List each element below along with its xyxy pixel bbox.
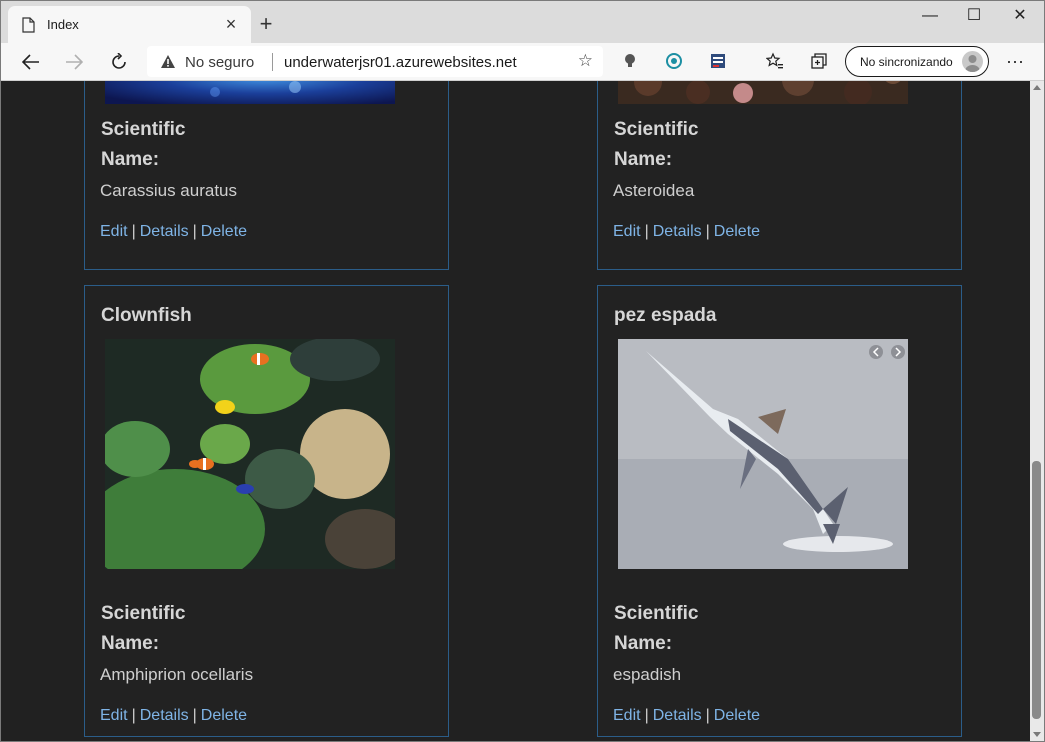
tab-title: Index: [47, 17, 79, 32]
species-title: pez espada: [614, 305, 717, 326]
back-button[interactable]: [16, 48, 46, 76]
record-extension-icon[interactable]: [665, 52, 683, 70]
tab-bar: Index × + — ☐ ✕: [1, 1, 1044, 43]
scroll-down-icon[interactable]: [1033, 732, 1041, 737]
separator: |: [192, 707, 197, 724]
delete-link[interactable]: Delete: [714, 707, 760, 724]
scientific-name-value: espadish: [613, 665, 682, 684]
security-label[interactable]: No seguro: [185, 54, 254, 71]
address-separator: [272, 53, 273, 71]
user-icon: [965, 55, 980, 72]
scientific-name-value: Amphiprion ocellaris: [100, 665, 254, 684]
species-photo: [105, 339, 395, 569]
bulb-extension-icon[interactable]: [621, 52, 639, 70]
scientific-name-label: Scientific Name:: [614, 599, 734, 659]
forward-button[interactable]: [59, 48, 89, 76]
scroll-up-icon[interactable]: [1033, 85, 1041, 90]
species-card: Scientific Name: Carassius auratus Edit |…: [84, 81, 449, 270]
label-line-2: Name:: [101, 633, 160, 654]
separator: |: [644, 707, 649, 724]
edit-link[interactable]: Edit: [613, 707, 641, 724]
refresh-button[interactable]: [104, 48, 134, 76]
delete-link[interactable]: Delete: [714, 223, 760, 240]
maximize-button[interactable]: ☐: [951, 5, 997, 29]
avatar: [962, 51, 983, 72]
arrow-right-icon: [66, 54, 83, 70]
scientific-name-value: Carassius auratus: [100, 181, 238, 200]
url-text[interactable]: underwaterjsr01.azurewebsites.net: [284, 54, 517, 71]
species-photo: [105, 81, 395, 104]
warning-icon: [161, 55, 175, 68]
delete-link[interactable]: Delete: [201, 707, 247, 724]
card-actions: Edit | Details | Delete: [100, 223, 247, 241]
edit-link[interactable]: Edit: [613, 223, 641, 240]
arrow-left-icon: [22, 54, 39, 70]
separator: |: [644, 223, 649, 240]
label-line-1: Scientific: [101, 603, 186, 624]
vertical-scrollbar[interactable]: [1030, 81, 1044, 741]
separator: |: [705, 223, 710, 240]
scrollbar-thumb[interactable]: [1032, 461, 1041, 719]
species-title: Clownfish: [101, 305, 192, 326]
label-line-2: Name:: [614, 149, 673, 170]
label-line-1: Scientific: [101, 119, 186, 140]
favorite-star-icon[interactable]: ☆: [578, 51, 593, 71]
new-tab-button[interactable]: +: [255, 13, 277, 35]
species-photo: [618, 339, 908, 569]
reader-extension-icon[interactable]: [709, 52, 727, 70]
toolbar: No seguro underwaterjsr01.azurewebsites.…: [1, 43, 1044, 81]
label-line-2: Name:: [101, 149, 160, 170]
details-link[interactable]: Details: [653, 223, 702, 240]
address-bar[interactable]: No seguro underwaterjsr01.azurewebsites.…: [147, 46, 603, 77]
scientific-name-label: Scientific Name:: [101, 599, 221, 659]
delete-link[interactable]: Delete: [201, 223, 247, 240]
species-card: Clownfish Scientific Name: Amphiprion oc…: [84, 285, 449, 737]
page-viewport: Scientific Name: Carassius auratus Edit |…: [1, 81, 1030, 741]
scientific-name-label: Scientific Name:: [614, 115, 734, 175]
card-actions: Edit | Details | Delete: [613, 707, 760, 725]
browser-window: Index × + — ☐ ✕ No seguro underwaterjsr0…: [0, 0, 1045, 742]
species-card: Scientific Name: Asteroidea Edit | Details…: [597, 81, 962, 270]
scientific-name-value: Asteroidea: [613, 181, 695, 200]
species-card: pez espada Scientific Name: espadish Edi…: [597, 285, 962, 737]
details-link[interactable]: Details: [140, 707, 189, 724]
card-actions: Edit | Details | Delete: [100, 707, 247, 725]
close-window-button[interactable]: ✕: [997, 5, 1043, 29]
minimize-button[interactable]: —: [907, 5, 953, 29]
label-line-1: Scientific: [614, 119, 699, 140]
separator: |: [705, 707, 710, 724]
more-menu-button[interactable]: ···: [1001, 51, 1029, 73]
profile-sync-button[interactable]: No sincronizando: [845, 46, 989, 77]
tab-index[interactable]: Index ×: [8, 6, 251, 43]
favorites-icon[interactable]: [766, 52, 784, 70]
refresh-icon: [112, 53, 126, 69]
sync-status-label: No sincronizando: [860, 55, 953, 69]
page-icon: [22, 17, 35, 33]
separator: |: [131, 707, 136, 724]
close-tab-icon[interactable]: ×: [221, 14, 241, 34]
separator: |: [192, 223, 197, 240]
scientific-name-label: Scientific Name:: [101, 115, 221, 175]
edit-link[interactable]: Edit: [100, 223, 128, 240]
separator: |: [131, 223, 136, 240]
label-line-1: Scientific: [614, 603, 699, 624]
card-actions: Edit | Details | Delete: [613, 223, 760, 241]
label-line-2: Name:: [614, 633, 673, 654]
edit-link[interactable]: Edit: [100, 707, 128, 724]
details-link[interactable]: Details: [653, 707, 702, 724]
species-photo: [618, 81, 908, 104]
collections-icon[interactable]: [810, 52, 828, 70]
details-link[interactable]: Details: [140, 223, 189, 240]
